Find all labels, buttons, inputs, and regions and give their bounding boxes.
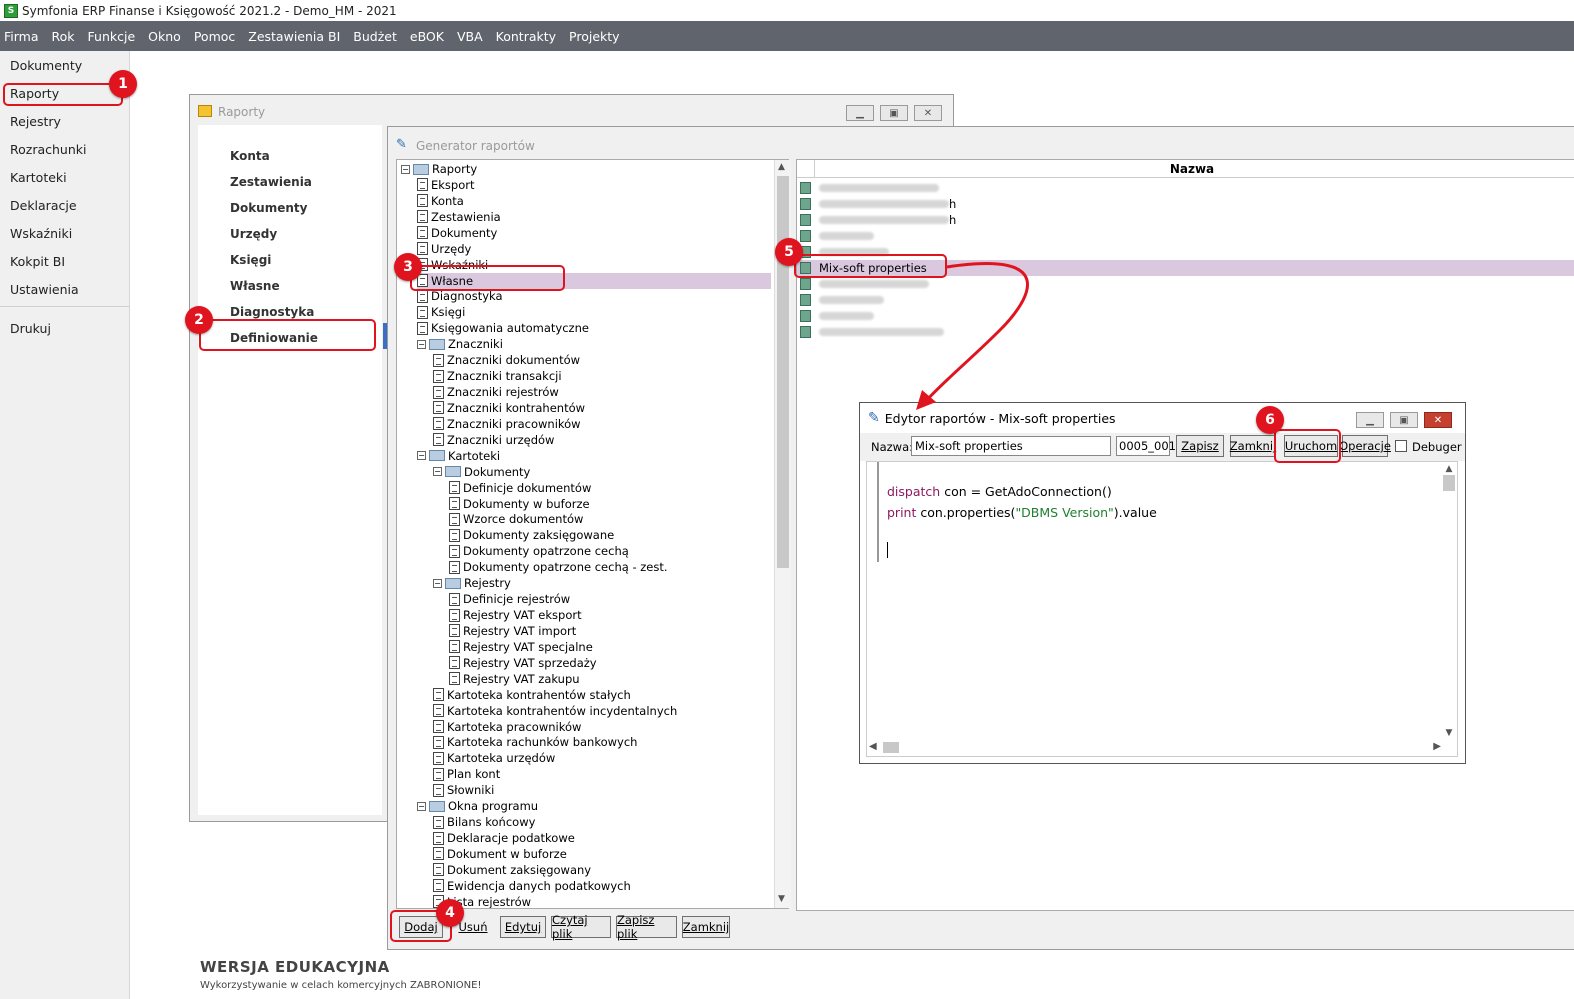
- step-badge-4: 4: [436, 899, 464, 927]
- education-version-note: Wykorzystywanie w celach komercyjnych ZA…: [200, 980, 482, 991]
- annotation-arrow: [916, 262, 1029, 410]
- step-badge-1: 1: [109, 70, 137, 98]
- step-badge-6: 6: [1256, 406, 1284, 434]
- step-badge-5: 5: [775, 238, 803, 266]
- step-badge-3: 3: [394, 253, 422, 281]
- step-badge-2: 2: [185, 306, 213, 334]
- education-version-title: WERSJA EDUKACYJNA: [200, 958, 390, 976]
